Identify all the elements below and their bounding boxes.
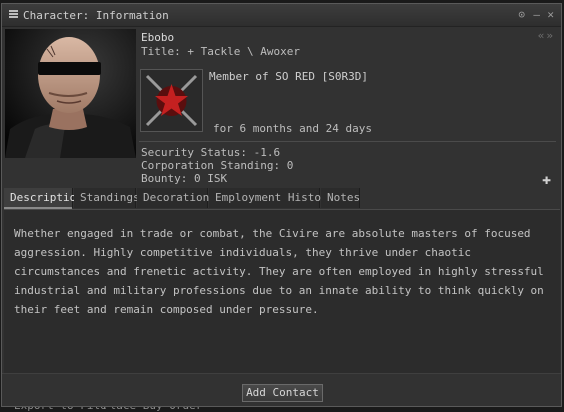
bounty: Bounty: 0 ISK <box>141 172 228 185</box>
tab-standings[interactable]: Standings <box>74 188 140 208</box>
description-text: Whether engaged in trade or combat, the … <box>14 227 544 316</box>
security-status: Security Status: -1.6 <box>141 146 281 159</box>
window-title: Character: Information <box>23 9 169 22</box>
plus-icon[interactable]: ✚ <box>542 170 551 188</box>
menu-icon[interactable] <box>9 10 18 18</box>
tab-bar: Description Standings Decorations Employ… <box>4 188 560 209</box>
tab-employment-history[interactable]: Employment History <box>209 188 334 208</box>
footer-bar: Add Contact <box>2 373 561 406</box>
character-portrait[interactable] <box>5 29 136 158</box>
title-bar[interactable]: Character: Information ⊙ – ✕ <box>2 4 561 27</box>
forward-arrow-icon[interactable]: » <box>546 29 555 42</box>
info-icon[interactable]: ⊙ <box>518 8 525 21</box>
membership-duration: for 6 months and 24 days <box>213 122 372 135</box>
character-info-window: Character: Information ⊙ – ✕ «» Ebobo Ti… <box>1 3 562 407</box>
tab-decorations[interactable]: Decorations <box>137 188 216 208</box>
history-nav: «» <box>538 29 555 42</box>
add-contact-button[interactable]: Add Contact <box>242 384 323 402</box>
corporation-standing: Corporation Standing: 0 <box>141 159 294 172</box>
corporation-membership[interactable]: Member of SO RED [S0R3D] <box>209 70 368 83</box>
description-panel: Whether engaged in trade or combat, the … <box>4 209 560 375</box>
character-title: Title: + Tackle \ Awoxer <box>141 45 300 58</box>
character-name[interactable]: Ebobo <box>141 31 174 44</box>
close-icon[interactable]: ✕ <box>547 8 554 21</box>
minimize-icon[interactable]: – <box>533 8 540 21</box>
corporation-logo[interactable] <box>140 69 203 132</box>
tab-notes[interactable]: Notes <box>321 188 360 208</box>
header-divider <box>139 141 556 142</box>
tab-description[interactable]: Description <box>4 188 83 209</box>
